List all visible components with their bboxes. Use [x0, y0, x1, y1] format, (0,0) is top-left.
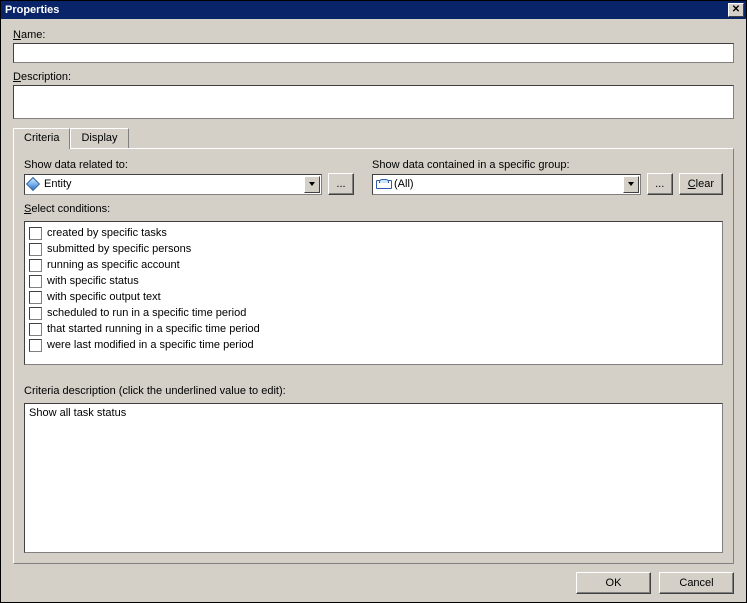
properties-dialog: Properties ✕ Name: Description: Criteria…: [0, 0, 747, 603]
condition-label: were last modified in a specific time pe…: [47, 339, 254, 351]
clear-button[interactable]: Clear: [679, 173, 723, 195]
condition-checkbox[interactable]: [29, 323, 42, 336]
group-value: (All): [394, 178, 414, 190]
close-button[interactable]: ✕: [728, 3, 744, 17]
condition-label: with specific status: [47, 275, 139, 287]
related-to-combo[interactable]: Entity: [24, 174, 322, 195]
client-area: Name: Description: Criteria Display Show…: [1, 19, 746, 602]
condition-checkbox[interactable]: [29, 227, 42, 240]
condition-item[interactable]: were last modified in a specific time pe…: [29, 337, 718, 353]
criteria-description-box[interactable]: Show all task status: [24, 403, 723, 553]
related-to-value: Entity: [44, 178, 72, 190]
condition-checkbox[interactable]: [29, 275, 42, 288]
tab-criteria[interactable]: Criteria: [13, 128, 70, 149]
condition-item[interactable]: running as specific account: [29, 257, 718, 273]
group-icon: [376, 179, 390, 189]
group-combo[interactable]: (All): [372, 174, 641, 195]
condition-item[interactable]: created by specific tasks: [29, 225, 718, 241]
condition-item[interactable]: that started running in a specific time …: [29, 321, 718, 337]
ok-button[interactable]: OK: [576, 572, 651, 594]
condition-checkbox[interactable]: [29, 259, 42, 272]
condition-label: created by specific tasks: [47, 227, 167, 239]
condition-checkbox[interactable]: [29, 339, 42, 352]
related-to-browse-button[interactable]: ...: [328, 173, 354, 195]
group-label: Show data contained in a specific group:: [372, 159, 723, 171]
group-dropdown-button[interactable]: [623, 176, 639, 193]
criteria-panel: Show data related to: Entity ... Show da…: [13, 148, 734, 564]
window-title: Properties: [5, 4, 59, 16]
criteria-description-text: Show all task status: [29, 407, 126, 419]
chevron-down-icon: [628, 182, 634, 186]
condition-label: running as specific account: [47, 259, 180, 271]
condition-checkbox[interactable]: [29, 291, 42, 304]
description-input[interactable]: [13, 85, 734, 119]
tab-strip: Criteria Display: [13, 127, 734, 148]
condition-item[interactable]: scheduled to run in a specific time peri…: [29, 305, 718, 321]
conditions-list: created by specific tasks submitted by sp…: [24, 221, 723, 365]
condition-checkbox[interactable]: [29, 243, 42, 256]
name-label: Name:: [13, 29, 734, 41]
condition-checkbox[interactable]: [29, 307, 42, 320]
condition-item[interactable]: with specific status: [29, 273, 718, 289]
criteria-description-label: Criteria description (click the underlin…: [24, 385, 723, 397]
tab-display[interactable]: Display: [70, 128, 128, 148]
condition-label: with specific output text: [47, 291, 161, 303]
condition-item[interactable]: with specific output text: [29, 289, 718, 305]
titlebar: Properties ✕: [1, 1, 746, 19]
condition-label: submitted by specific persons: [47, 243, 191, 255]
entity-icon: [26, 177, 40, 191]
related-to-label: Show data related to:: [24, 159, 354, 171]
condition-label: scheduled to run in a specific time peri…: [47, 307, 246, 319]
chevron-down-icon: [309, 182, 315, 186]
select-conditions-label: Select conditions:: [24, 203, 723, 215]
name-input[interactable]: [13, 43, 734, 63]
group-browse-button[interactable]: ...: [647, 173, 673, 195]
condition-label: that started running in a specific time …: [47, 323, 260, 335]
dialog-button-bar: OK Cancel: [13, 564, 734, 594]
close-icon: ✕: [732, 5, 740, 15]
related-to-dropdown-button[interactable]: [304, 176, 320, 193]
description-label: Description:: [13, 71, 734, 83]
condition-item[interactable]: submitted by specific persons: [29, 241, 718, 257]
cancel-button[interactable]: Cancel: [659, 572, 734, 594]
